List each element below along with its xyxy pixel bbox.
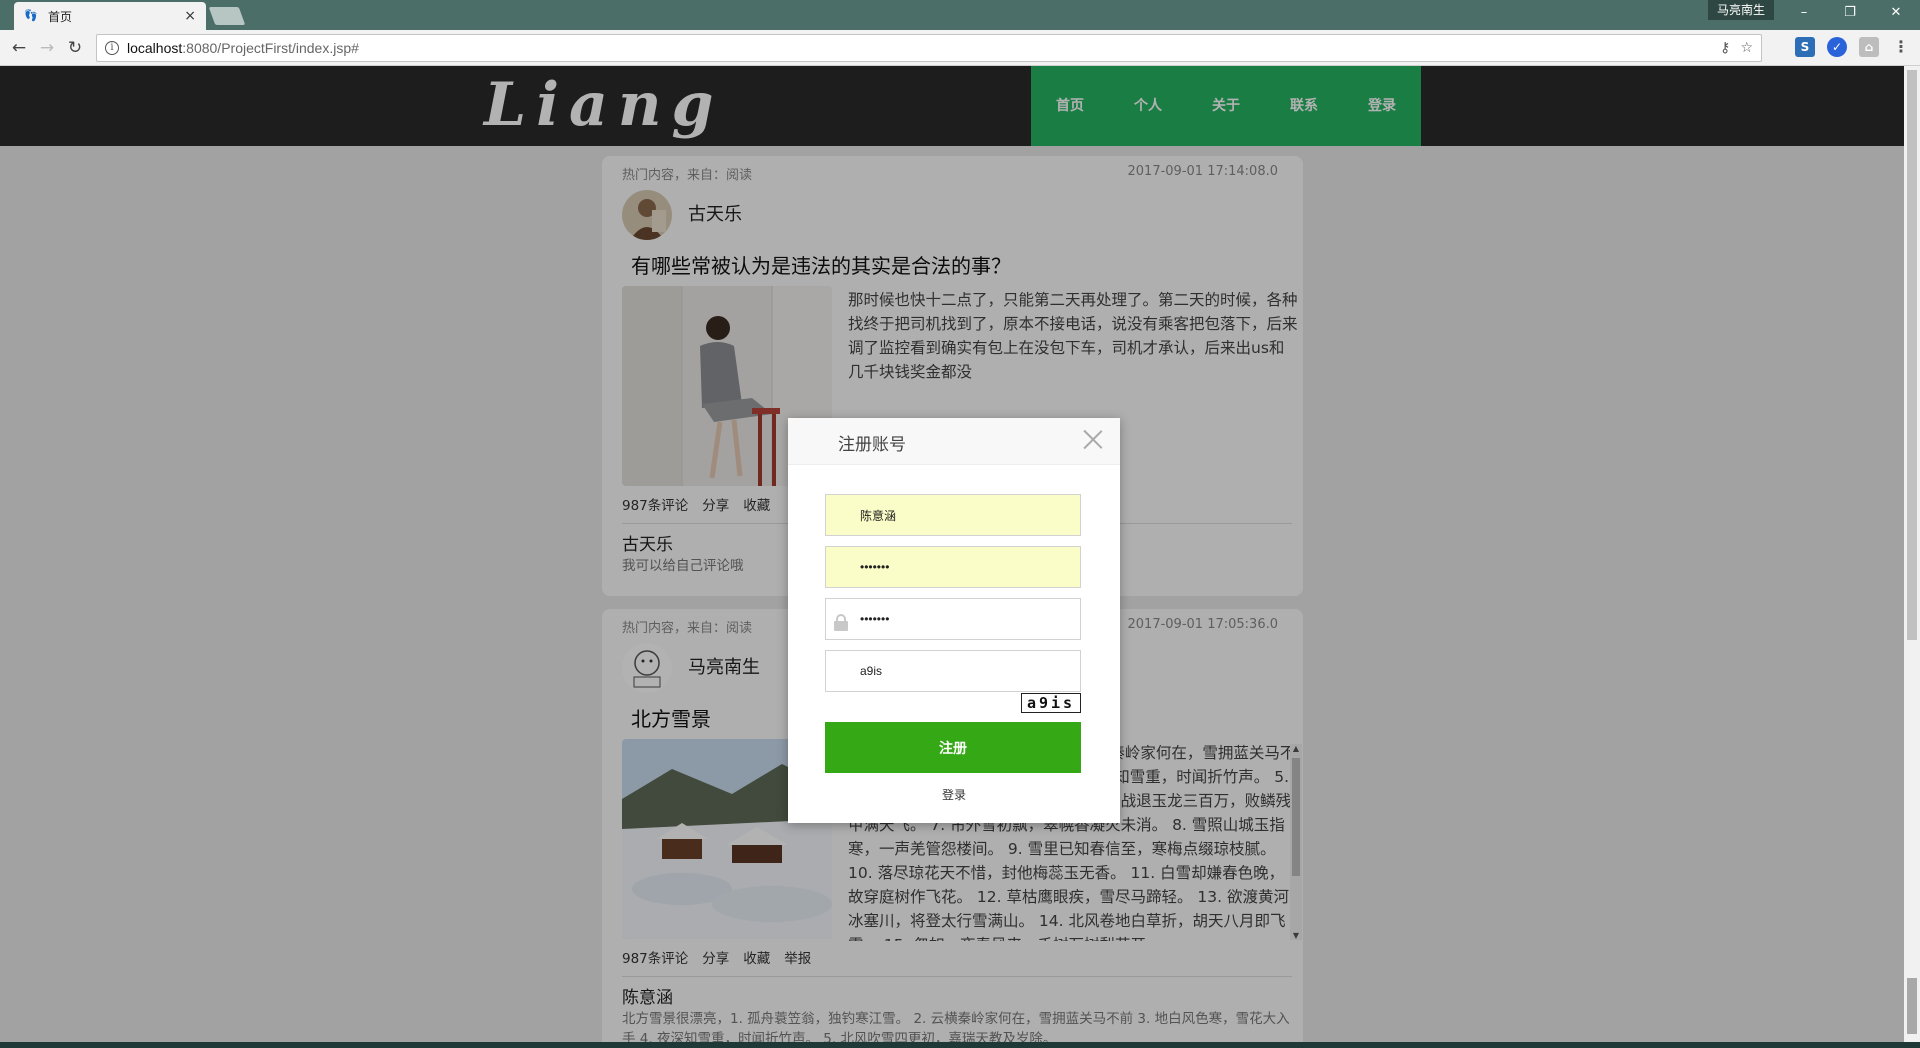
- reload-icon[interactable]: ↻: [64, 37, 86, 59]
- extension-s-icon[interactable]: S: [1795, 37, 1815, 57]
- menu-icon[interactable]: ⋮: [1891, 37, 1911, 57]
- confirm-password-input[interactable]: [825, 598, 1081, 640]
- password-input[interactable]: [825, 546, 1081, 588]
- window-close-button[interactable]: ✕: [1876, 2, 1916, 24]
- address-bar[interactable]: i localhost:8080/ProjectFirst/index.jsp#…: [96, 34, 1762, 62]
- lock-icon: [833, 614, 849, 631]
- os-taskbar: [0, 1042, 1920, 1048]
- tab-close-icon[interactable]: ×: [184, 8, 196, 24]
- minimize-button[interactable]: –: [1784, 2, 1824, 24]
- browser-tab[interactable]: 👣 首页 ×: [14, 2, 206, 30]
- page-viewport: Liang 首页 个人 关于 联系 登录 热门内容，来自：阅读 2017-09-…: [0, 66, 1904, 1042]
- url-text[interactable]: localhost:8080/ProjectFirst/index.jsp#: [127, 40, 1710, 56]
- modal-title: 注册账号: [838, 435, 906, 455]
- captcha-input[interactable]: [825, 650, 1081, 692]
- register-modal: 注册账号 a9is 注册 登录: [788, 418, 1120, 823]
- extension-pdf-icon[interactable]: ⌂: [1859, 37, 1879, 57]
- url-host: localhost: [127, 40, 183, 56]
- captcha-image[interactable]: a9is: [1021, 693, 1081, 713]
- info-icon[interactable]: i: [105, 41, 119, 55]
- modal-header: 注册账号: [788, 418, 1120, 465]
- close-icon[interactable]: [1082, 428, 1104, 450]
- page-scrollbar[interactable]: [1904, 66, 1920, 1042]
- extension-shield-icon[interactable]: ✓: [1827, 37, 1847, 57]
- login-link[interactable]: 登录: [788, 786, 1120, 803]
- browser-titlebar: 👣 首页 × 马亮南生 – ❐ ✕: [0, 0, 1920, 30]
- register-button[interactable]: 注册: [825, 722, 1081, 773]
- tab-title: 首页: [48, 9, 73, 24]
- new-tab-button[interactable]: [208, 7, 246, 25]
- restore-button[interactable]: ❐: [1830, 2, 1870, 24]
- star-icon[interactable]: ☆: [1740, 40, 1753, 56]
- page-scroll-thumb-lower[interactable]: [1907, 978, 1917, 1034]
- back-icon[interactable]: ←: [8, 37, 30, 59]
- url-path: :8080/ProjectFirst/index.jsp#: [182, 40, 359, 56]
- page-scroll-thumb[interactable]: [1907, 70, 1917, 640]
- profile-chip[interactable]: 马亮南生: [1708, 0, 1774, 20]
- page-favicon-icon: 👣: [24, 9, 38, 22]
- browser-toolbar: ← → ↻ i localhost:8080/ProjectFirst/inde…: [0, 30, 1920, 66]
- key-icon[interactable]: ⚷: [1720, 40, 1730, 56]
- username-input[interactable]: [825, 494, 1081, 536]
- forward-icon[interactable]: →: [36, 37, 58, 59]
